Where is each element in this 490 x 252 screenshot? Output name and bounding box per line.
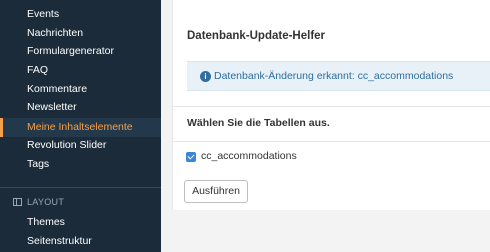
sidebar-section-layout: LAYOUT [0, 194, 161, 210]
sidebar-item-tags[interactable]: Tags [0, 155, 161, 174]
info-alert: i Datenbank-Änderung erkannt: cc_accommo… [187, 61, 490, 91]
sidebar-item-seitenstruktur[interactable]: Seitenstruktur [0, 232, 161, 251]
page-title: Datenbank-Update-Helfer [187, 30, 326, 42]
divider [173, 141, 490, 142]
sidebar-item-faq[interactable]: FAQ [0, 61, 161, 80]
sidebar-item-themes[interactable]: Themes [0, 213, 161, 232]
sidebar-item-events[interactable]: Events [0, 5, 161, 24]
table-checkbox-cc-accommodations[interactable] [186, 152, 196, 162]
sidebar-item-kommentare[interactable]: Kommentare [0, 80, 161, 99]
execute-button[interactable]: Ausführen [184, 180, 248, 203]
sidebar: Events Nachrichten Formulargenerator FAQ… [0, 0, 161, 252]
sidebar-item-nachrichten[interactable]: Nachrichten [0, 24, 161, 43]
select-tables-heading: Wählen Sie die Tabellen aus. [187, 117, 330, 129]
main-panel: Datenbank-Update-Helfer i Datenbank-Ände… [172, 0, 490, 210]
sidebar-item-meine-inhaltselemente[interactable]: Meine Inhaltselemente [0, 118, 161, 137]
info-message: Datenbank-Änderung erkannt: cc_accommoda… [214, 70, 454, 82]
sidebar-item-revolution-slider[interactable]: Revolution Slider [0, 136, 161, 155]
sidebar-item-newsletter[interactable]: Newsletter [0, 98, 161, 117]
layout-icon [13, 198, 22, 206]
table-checkbox-label[interactable]: cc_accommodations [201, 150, 297, 162]
sidebar-divider [0, 187, 161, 188]
sidebar-section-label: LAYOUT [27, 197, 65, 207]
info-circle-icon: i [200, 71, 211, 82]
sidebar-item-formulargenerator[interactable]: Formulargenerator [0, 42, 161, 61]
divider [173, 106, 490, 107]
